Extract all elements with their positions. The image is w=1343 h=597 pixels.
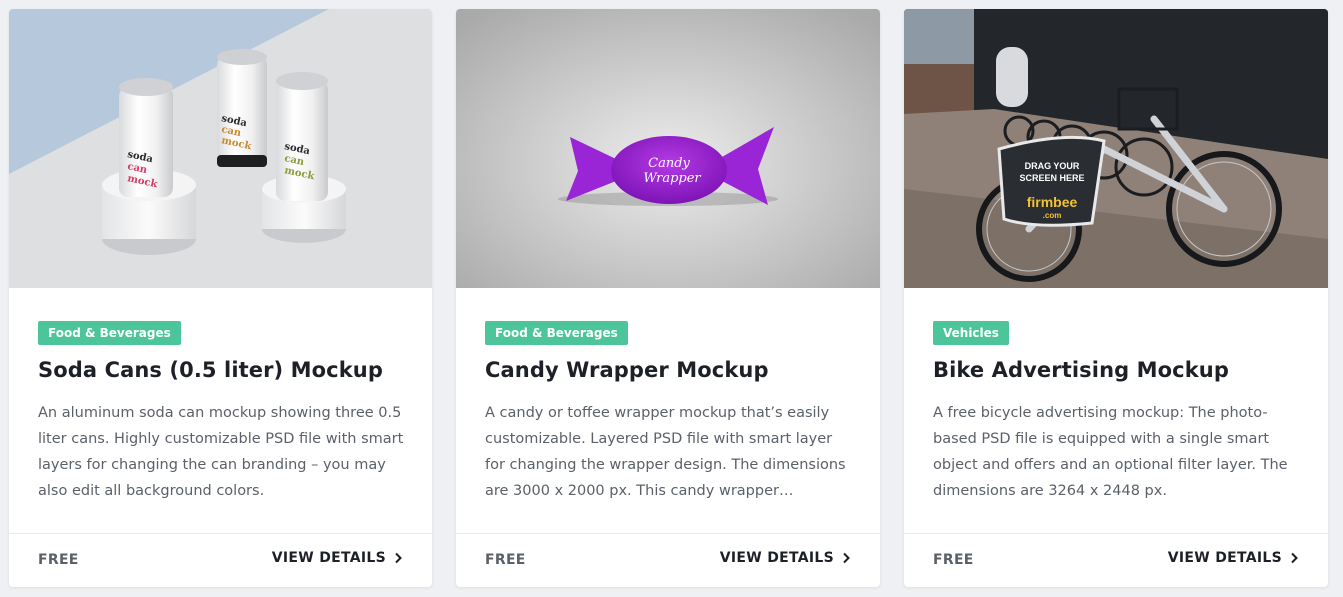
mockup-card-soda-cans: soda can mock soda can mock soda can moc… <box>9 9 432 587</box>
card-description: A free bicycle advertising mockup: The p… <box>933 405 1288 499</box>
category-tag[interactable]: Vehicles <box>933 321 1009 345</box>
candy-wrapper-thumbnail[interactable]: Candy Wrapper <box>456 9 880 288</box>
bike-advertising-thumbnail[interactable]: DRAG YOUR SCREEN HERE firmbee .com <box>904 9 1328 288</box>
wrapper-text-1: Candy <box>648 156 690 171</box>
mockup-card-bike-advertising: DRAG YOUR SCREEN HERE firmbee .com Vehic… <box>904 9 1328 587</box>
category-tag[interactable]: Food & Beverages <box>38 321 181 345</box>
mockup-card-candy-wrapper: Candy Wrapper Food & Beverages Candy Wra… <box>456 9 880 587</box>
price-label: FREE <box>485 552 526 568</box>
price-label: FREE <box>933 552 974 568</box>
view-details-link[interactable]: VIEW DETAILS <box>272 550 402 566</box>
card-title[interactable]: Bike Advertising Mockup <box>933 358 1229 382</box>
card-description: A candy or toffee wrapper mockup that’s … <box>485 405 846 499</box>
view-details-label: VIEW DETAILS <box>271 550 386 566</box>
soda-cans-thumbnail[interactable]: soda can mock soda can mock soda can moc… <box>9 9 432 288</box>
mockup-card-grid: soda can mock soda can mock soda can moc… <box>0 0 1343 597</box>
category-tag[interactable]: Food & Beverages <box>485 321 628 345</box>
bike-advertising-image: DRAG YOUR SCREEN HERE firmbee .com <box>904 9 1328 288</box>
soda-cans-image: soda can mock soda can mock soda can moc… <box>9 9 432 288</box>
view-details-link[interactable]: VIEW DETAILS <box>1168 550 1298 566</box>
card-divider <box>9 533 432 534</box>
ad-brand: firmbee <box>1027 194 1078 210</box>
chevron-right-icon <box>395 552 402 564</box>
view-details-link[interactable]: VIEW DETAILS <box>720 550 850 566</box>
ad-brand-tld: .com <box>1043 211 1062 220</box>
price-label: FREE <box>38 552 79 568</box>
view-details-label: VIEW DETAILS <box>1167 550 1282 566</box>
wrapper-text-2: Wrapper <box>643 171 701 186</box>
chevron-right-icon <box>843 552 850 564</box>
card-description: An aluminum soda can mockup showing thre… <box>38 405 404 499</box>
ad-text-line2: SCREEN HERE <box>1019 173 1084 183</box>
card-title[interactable]: Soda Cans (0.5 liter) Mockup <box>38 358 383 382</box>
card-divider <box>904 533 1328 534</box>
ad-text-line1: DRAG YOUR <box>1025 161 1080 171</box>
chevron-right-icon <box>1291 552 1298 564</box>
card-divider <box>456 533 880 534</box>
candy-wrapper-image: Candy Wrapper <box>456 9 880 288</box>
view-details-label: VIEW DETAILS <box>719 550 834 566</box>
card-title[interactable]: Candy Wrapper Mockup <box>485 358 769 382</box>
